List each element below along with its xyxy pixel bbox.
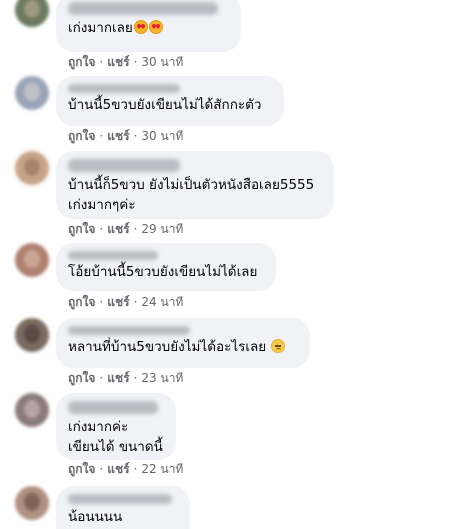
comment-line: เก่งมากค่ะ: [68, 419, 129, 435]
separator: ·: [99, 55, 104, 69]
share-button[interactable]: แชร์: [107, 371, 129, 385]
comment-timestamp[interactable]: 24 นาที: [141, 295, 183, 309]
separator: ·: [99, 129, 104, 143]
share-button[interactable]: แชร์: [107, 55, 129, 69]
comment-text: เก่งมากๆค่ะ: [68, 195, 322, 215]
like-button[interactable]: ถูกใจ: [68, 462, 95, 476]
comment-text: หลานที่บ้าน5ขวบยังไม่ได้อะไรเลย: [68, 337, 298, 357]
avatar[interactable]: [15, 318, 49, 352]
comment-text: เก่งมากเลย: [68, 18, 229, 38]
avatar[interactable]: [15, 76, 49, 110]
comment-timestamp[interactable]: 30 นาที: [141, 129, 183, 143]
comment-timestamp[interactable]: 23 นาที: [141, 371, 183, 385]
comment-author[interactable]: [68, 2, 218, 15]
comment-actions: ถูกใจ · แชร์ · 30 นาที: [68, 128, 183, 144]
separator: ·: [133, 222, 138, 236]
comment-text: บ้านนี้5ขวบยังเขียนไม่ได้สักกะตัว: [68, 95, 272, 115]
share-button[interactable]: แชร์: [107, 295, 129, 309]
comment-line: บ้านนี้5ขวบยังเขียนไม่ได้สักกะตัว: [68, 97, 262, 113]
like-button[interactable]: ถูกใจ: [68, 371, 95, 385]
comment-actions: ถูกใจ · แชร์ · 24 นาที: [68, 294, 183, 310]
comment-line: เก่งมากๆค่ะ: [68, 197, 136, 213]
comment-timestamp[interactable]: 30 นาที: [141, 55, 183, 69]
avatar[interactable]: [15, 486, 49, 520]
comment-line: บ้านนี้ก็5ขวบ ยังไม่เป็นตัวหนังสือเลย555…: [68, 177, 315, 193]
comment-author[interactable]: [68, 494, 172, 504]
sad-face-emoji: [271, 339, 286, 353]
comment-line: หลานที่บ้าน5ขวบยังไม่ได้อะไรเลย: [68, 339, 267, 355]
separator: ·: [133, 129, 138, 143]
comment-timestamp[interactable]: 29 นาที: [141, 222, 183, 236]
heart-eyes-emoji: [133, 20, 148, 34]
comment-actions: ถูกใจ · แชร์ · 22 นาที: [68, 461, 183, 477]
comment-actions: ถูกใจ · แชร์ · 23 นาที: [68, 370, 183, 386]
separator: ·: [133, 462, 138, 476]
comment-actions: ถูกใจ · แชร์ · 30 นาที: [68, 54, 183, 70]
comment-text: เขียนได้ ขนาดนี้: [68, 437, 164, 457]
comment-line: โอ้ยบ้านนี้5ขวบยังเขียนไม่ได้เลย: [68, 264, 258, 280]
avatar[interactable]: [15, 0, 49, 27]
heart-eyes-emoji: [148, 20, 163, 34]
comment-text: เก่งมากค่ะ: [68, 417, 164, 437]
separator: ·: [99, 295, 104, 309]
comment-bubble: บ้านนี้5ขวบยังเขียนไม่ได้สักกะตัว: [56, 76, 284, 126]
comment-author[interactable]: [68, 84, 180, 93]
comment-text: น้อนนนน: [68, 507, 178, 527]
avatar[interactable]: [15, 393, 49, 427]
comment-author[interactable]: [68, 326, 190, 335]
comment-text: บ้านนี้ก็5ขวบ ยังไม่เป็นตัวหนังสือเลย555…: [68, 175, 322, 195]
comment-author[interactable]: [68, 251, 158, 260]
like-button[interactable]: ถูกใจ: [68, 129, 95, 143]
avatar[interactable]: [15, 243, 49, 277]
separator: ·: [99, 371, 104, 385]
comment-bubble: หลานที่บ้าน5ขวบยังไม่ได้อะไรเลย: [56, 318, 310, 368]
comment-bubble: เก่งมากค่ะ เขียนได้ ขนาดนี้: [56, 393, 176, 460]
comment-bubble: บ้านนี้ก็5ขวบ ยังไม่เป็นตัวหนังสือเลย555…: [56, 151, 334, 219]
comment-line: เขียนได้ ขนาดนี้: [68, 439, 163, 455]
comment-line: เก่งมากเลย: [68, 20, 133, 36]
comment-line: น้อนนนน: [68, 509, 123, 525]
share-button[interactable]: แชร์: [107, 462, 129, 476]
like-button[interactable]: ถูกใจ: [68, 55, 95, 69]
comment-author[interactable]: [68, 401, 158, 414]
separator: ·: [133, 295, 138, 309]
comment-bubble: น้อนนนน: [56, 486, 190, 529]
comment-bubble: เก่งมากเลย: [56, 0, 241, 52]
comment-timestamp[interactable]: 22 นาที: [141, 462, 183, 476]
separator: ·: [133, 55, 138, 69]
separator: ·: [99, 462, 104, 476]
comment-author[interactable]: [68, 159, 180, 172]
separator: ·: [133, 371, 138, 385]
share-button[interactable]: แชร์: [107, 222, 129, 236]
share-button[interactable]: แชร์: [107, 129, 129, 143]
comment-text: โอ้ยบ้านนี้5ขวบยังเขียนไม่ได้เลย: [68, 262, 264, 282]
comment-actions: ถูกใจ · แชร์ · 29 นาที: [68, 221, 183, 237]
comment-bubble: โอ้ยบ้านนี้5ขวบยังเขียนไม่ได้เลย: [56, 243, 276, 291]
like-button[interactable]: ถูกใจ: [68, 295, 95, 309]
avatar[interactable]: [15, 151, 49, 185]
like-button[interactable]: ถูกใจ: [68, 222, 95, 236]
separator: ·: [99, 222, 104, 236]
